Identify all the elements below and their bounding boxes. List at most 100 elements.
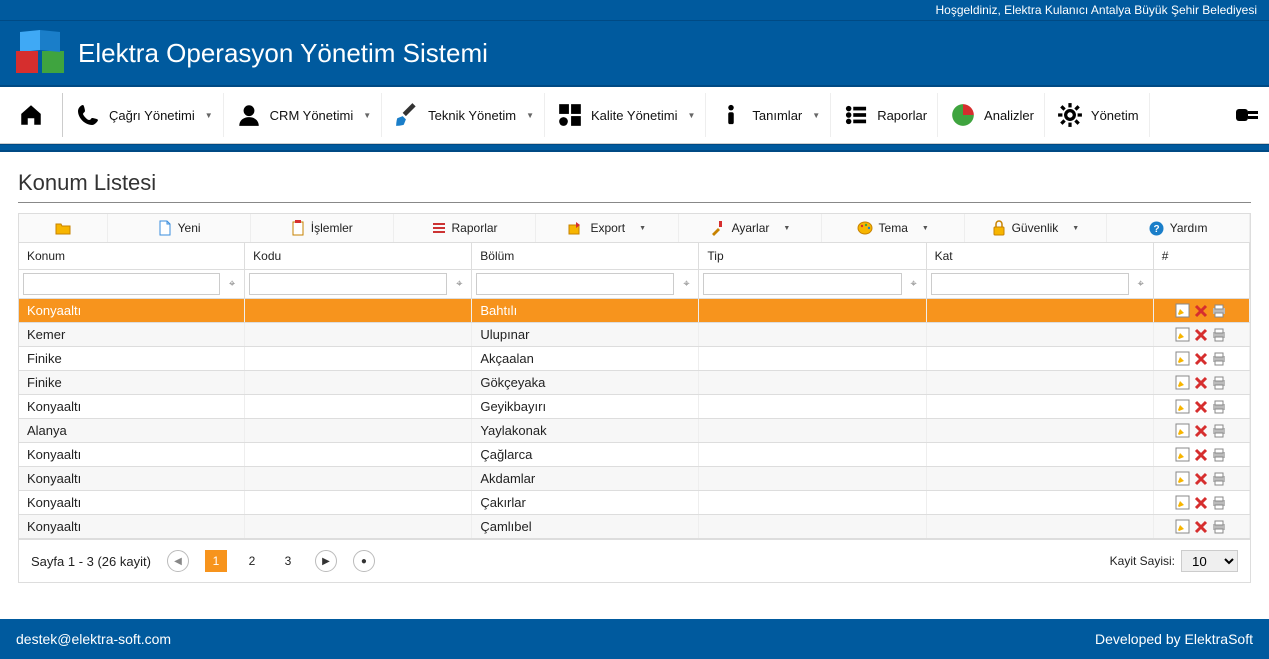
edit-icon[interactable]	[1175, 471, 1191, 486]
table-row[interactable]: KonyaaltıÇağlarca	[19, 443, 1250, 467]
delete-icon[interactable]	[1194, 376, 1208, 390]
edit-icon[interactable]	[1175, 399, 1191, 414]
edit-icon[interactable]	[1175, 423, 1191, 438]
pager-next[interactable]: ▶	[315, 550, 337, 572]
export-icon	[568, 221, 584, 235]
funnel-icon[interactable]: ⌖	[906, 278, 922, 291]
delete-icon[interactable]	[1194, 400, 1208, 414]
menu-label: CRM Yönetimi	[270, 108, 354, 123]
person-icon	[236, 102, 262, 128]
delete-icon[interactable]	[1194, 520, 1208, 534]
col-header-kat[interactable]: Kat	[927, 243, 1154, 269]
delete-icon[interactable]	[1194, 328, 1208, 342]
table-row[interactable]: KonyaaltıÇamlıbel	[19, 515, 1250, 539]
table-row[interactable]: FinikeAkçaalan	[19, 347, 1250, 371]
funnel-icon[interactable]: ⌖	[678, 278, 694, 291]
pager-page[interactable]: 3	[277, 550, 299, 572]
cell-kodu	[245, 467, 472, 490]
tool-yardim[interactable]: ? Yardım	[1107, 214, 1250, 242]
menu-yonetim[interactable]: Yönetim	[1047, 93, 1150, 137]
edit-icon[interactable]	[1175, 351, 1191, 366]
tool-folder[interactable]	[19, 214, 108, 242]
edit-icon[interactable]	[1175, 447, 1191, 462]
menu-kalite[interactable]: Kalite Yönetimi ▼	[547, 93, 706, 137]
menu-raporlar[interactable]: Raporlar	[833, 93, 938, 137]
filter-tip[interactable]	[703, 273, 901, 295]
filter-kodu[interactable]	[249, 273, 447, 295]
table-row[interactable]: FinikeGökçeyaka	[19, 371, 1250, 395]
print-icon[interactable]	[1211, 472, 1227, 486]
cell-konum: Finike	[19, 371, 245, 394]
edit-icon[interactable]	[1175, 303, 1191, 318]
col-header-tip[interactable]: Tip	[699, 243, 926, 269]
delete-icon[interactable]	[1194, 496, 1208, 510]
print-icon[interactable]	[1211, 400, 1227, 414]
edit-icon[interactable]	[1175, 327, 1191, 342]
caret-down-icon: ▼	[639, 225, 646, 232]
edit-icon[interactable]	[1175, 519, 1191, 534]
table-row[interactable]: KemerUlupınar	[19, 323, 1250, 347]
page-size-select[interactable]: 10	[1181, 550, 1238, 572]
tool-ayarlar[interactable]: Ayarlar ▼	[679, 214, 822, 242]
menu-cagri[interactable]: Çağrı Yönetimi ▼	[65, 93, 224, 137]
menu-teknik[interactable]: Teknik Yönetim ▼	[384, 93, 545, 137]
pager-page[interactable]: 2	[241, 550, 263, 572]
footer-email[interactable]: destek@elektra-soft.com	[16, 631, 171, 647]
print-icon[interactable]	[1211, 448, 1227, 462]
edit-icon[interactable]	[1175, 495, 1191, 510]
print-icon[interactable]	[1211, 520, 1227, 534]
tool-guvenlik[interactable]: Güvenlik ▼	[965, 214, 1108, 242]
print-icon[interactable]	[1211, 352, 1227, 366]
table-row[interactable]: AlanyaYaylakonak	[19, 419, 1250, 443]
menu-home[interactable]	[8, 93, 63, 137]
col-header-kodu[interactable]: Kodu	[245, 243, 472, 269]
tool-islemler[interactable]: İşlemler	[251, 214, 394, 242]
table-row[interactable]: KonyaaltıGeyikbayırı	[19, 395, 1250, 419]
tool-yeni[interactable]: Yeni	[108, 214, 251, 242]
print-icon[interactable]	[1211, 328, 1227, 342]
print-icon[interactable]	[1211, 496, 1227, 510]
print-icon[interactable]	[1211, 376, 1227, 390]
table-row[interactable]: KonyaaltıBahtılı	[19, 299, 1250, 323]
cell-bolum: Çağlarca	[472, 443, 699, 466]
divider	[0, 144, 1269, 152]
delete-icon[interactable]	[1194, 352, 1208, 366]
edit-icon[interactable]	[1175, 375, 1191, 390]
funnel-icon[interactable]: ⌖	[1133, 278, 1149, 291]
menu-tanimlar[interactable]: Tanımlar ▼	[708, 93, 831, 137]
table-row[interactable]: KonyaaltıAkdamlar	[19, 467, 1250, 491]
table-row[interactable]: KonyaaltıÇakırlar	[19, 491, 1250, 515]
cell-kat	[927, 467, 1154, 490]
tool-export[interactable]: Export ▼	[536, 214, 679, 242]
tool-tema[interactable]: Tema ▼	[822, 214, 965, 242]
menu-plug[interactable]	[1225, 93, 1261, 137]
funnel-icon[interactable]: ⌖	[224, 278, 240, 291]
col-header-bolum[interactable]: Bölüm	[472, 243, 699, 269]
cell-tip	[699, 299, 926, 322]
pager-last[interactable]: ●	[353, 550, 375, 572]
menu-crm[interactable]: CRM Yönetimi ▼	[226, 93, 382, 137]
delete-icon[interactable]	[1194, 304, 1208, 318]
col-header-konum[interactable]: Konum	[19, 243, 245, 269]
filter-bolum[interactable]	[476, 273, 674, 295]
delete-icon[interactable]	[1194, 448, 1208, 462]
filter-kat[interactable]	[931, 273, 1129, 295]
cell-kat	[927, 419, 1154, 442]
cell-konum: Konyaaltı	[19, 467, 245, 490]
brush-icon	[394, 102, 420, 128]
print-icon[interactable]	[1211, 304, 1227, 318]
delete-icon[interactable]	[1194, 424, 1208, 438]
pager-page[interactable]: 1	[205, 550, 227, 572]
delete-icon[interactable]	[1194, 472, 1208, 486]
filter-konum[interactable]	[23, 273, 220, 295]
app-logo	[16, 31, 64, 75]
pager-prev[interactable]: ◀	[167, 550, 189, 572]
print-icon[interactable]	[1211, 424, 1227, 438]
tool-raporlar[interactable]: Raporlar	[394, 214, 537, 242]
menu-analizler[interactable]: Analizler	[940, 93, 1045, 137]
main-menu: Çağrı Yönetimi ▼ CRM Yönetimi ▼ Teknik Y…	[0, 87, 1269, 144]
tool-label: Export	[590, 221, 625, 235]
cell-kat	[927, 371, 1154, 394]
clipboard-icon	[291, 220, 305, 236]
funnel-icon[interactable]: ⌖	[451, 278, 467, 291]
